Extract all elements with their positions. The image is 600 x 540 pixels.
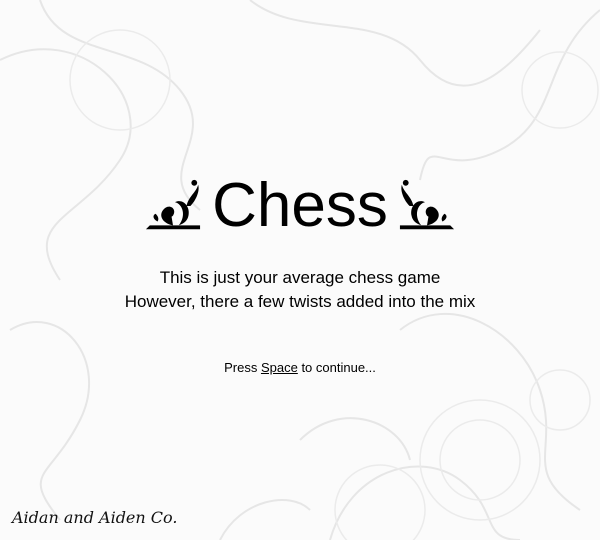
title-row: Chess bbox=[0, 168, 600, 244]
prompt-suffix: to continue... bbox=[297, 360, 376, 375]
description-line-2: However, there a few twists added into t… bbox=[124, 292, 476, 311]
description-line-1: This is just your average chess game bbox=[159, 268, 441, 287]
credit-signature: Aidan and Aiden Co. bbox=[12, 508, 178, 527]
space-key-hint[interactable]: Space bbox=[261, 360, 298, 375]
ornament-flourish-icon bbox=[399, 179, 454, 230]
continue-prompt: Press Space to continue... bbox=[0, 360, 600, 375]
game-title: Chess bbox=[212, 171, 388, 240]
ornament-flourish-icon bbox=[146, 179, 201, 230]
prompt-prefix: Press bbox=[224, 360, 261, 375]
